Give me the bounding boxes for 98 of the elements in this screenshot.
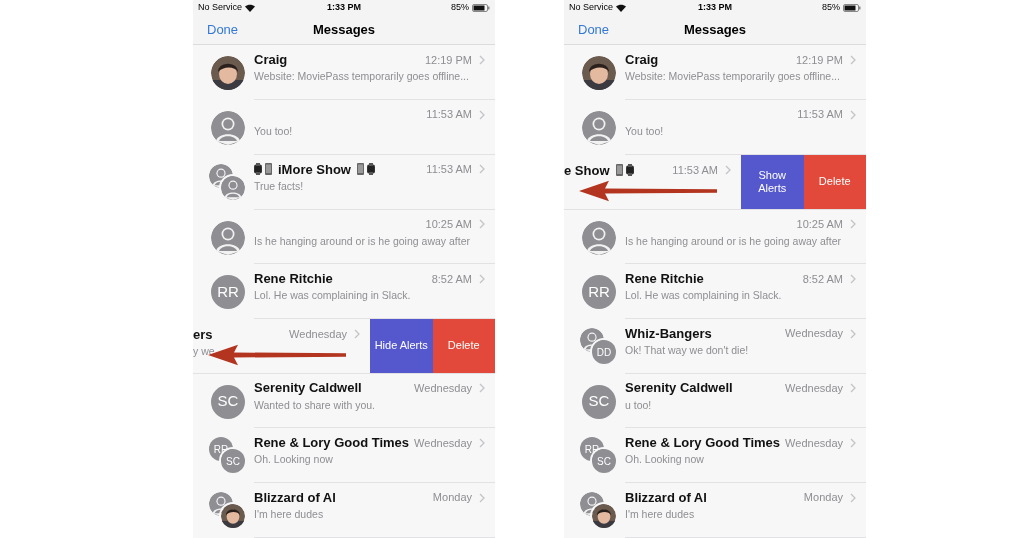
chevron-icon: [479, 164, 485, 175]
message-time: Wednesday: [785, 435, 843, 451]
contact-name: Serenity Caldwell: [625, 379, 733, 398]
contact-name: Craig: [625, 51, 659, 70]
message-time: Wednesday: [289, 327, 347, 343]
message-preview: You too!: [254, 124, 293, 140]
battery-level: 85%: [451, 1, 469, 15]
person-icon: [582, 220, 616, 255]
alerts-button[interactable]: Hide Alerts: [370, 319, 433, 373]
chevron-icon: [850, 328, 856, 339]
screen-title: Messages: [683, 21, 747, 40]
contact-name: Rene & Lory Good Times: [625, 434, 781, 453]
message-time: 12:19 PM: [795, 52, 843, 68]
message-time: 8:52 AM: [431, 271, 472, 287]
contact-name: ers: [193, 325, 213, 344]
watch-icon: [366, 163, 375, 176]
chevron-icon: [479, 54, 485, 65]
message-time: Wednesday: [414, 435, 472, 451]
carrier-label: No Service: [569, 1, 613, 15]
message-preview: I'm here dudes: [625, 507, 695, 523]
delete-button[interactable]: Delete: [803, 154, 866, 209]
carrier-label: No Service: [198, 1, 242, 15]
chevron-icon: [479, 492, 485, 503]
message-time: 12:19 PM: [424, 52, 472, 68]
message-preview: u too!: [625, 397, 652, 413]
contact-name: e Show: [564, 161, 610, 180]
message-time: Monday: [432, 490, 472, 506]
battery-icon: [843, 3, 861, 12]
chevron-icon: [354, 329, 360, 340]
message-time: 11:53 AM: [672, 163, 718, 179]
message-preview: Wanted to share with you.: [254, 397, 375, 413]
message-preview: Is he hanging around or is he going away after: [254, 233, 470, 249]
person-icon: [211, 111, 245, 146]
message-preview: True facts!: [254, 178, 304, 194]
contact-name: Rene & Lory Good Times: [254, 434, 410, 453]
contact-name: Whiz-Bangers: [625, 324, 712, 343]
message-preview: Lol. He was complaining in Slack.: [625, 288, 782, 304]
message-time: 8:52 AM: [802, 271, 843, 287]
watch-icon: [625, 164, 634, 177]
message-preview: Website: MoviePass temporarily goes offline...: [254, 69, 469, 85]
message-preview: Ok! That way we don't die!: [625, 343, 749, 358]
message-preview: Oh. Looking now: [254, 452, 333, 468]
contact-name: Serenity Caldwell: [254, 379, 362, 398]
contact-name: Rene Ritchie: [254, 270, 333, 288]
chevron-icon: [850, 383, 856, 394]
battery-icon: [472, 3, 490, 12]
swiped-conversation-row[interactable]: e Show 11:53 AM Show Alerts Delete: [564, 154, 866, 210]
clock: 1:33 PM: [698, 1, 732, 15]
initials-avatar: SC: [211, 384, 245, 419]
message-time: 10:25 AM: [796, 216, 843, 232]
initials-avatar: RR: [211, 275, 245, 310]
chevron-icon: [725, 165, 731, 176]
chevron-icon: [479, 383, 485, 394]
chevron-icon: [850, 54, 856, 65]
chevron-icon: [479, 109, 485, 120]
message-preview: I'm here dudes: [254, 507, 324, 523]
chevron-icon: [479, 219, 485, 229]
message-preview: You too!: [625, 124, 664, 140]
message-time: 11:53 AM: [797, 107, 843, 123]
person-icon: [582, 111, 616, 146]
chevron-icon: [850, 219, 856, 230]
phone-icon: [265, 163, 272, 176]
initials-avatar: DD: [592, 340, 616, 364]
message-time: Wednesday: [785, 326, 843, 342]
chevron-icon: [850, 492, 856, 503]
person-icon: [221, 175, 245, 200]
contact-name: Rene Ritchie: [625, 270, 704, 288]
person-icon: [211, 220, 245, 255]
message-preview: Website: MoviePass temporarily goes offline...: [625, 69, 840, 85]
chevron-icon: [479, 273, 485, 284]
message-time: 11:53 AM: [426, 107, 472, 123]
wifi-icon: [616, 3, 626, 12]
chevron-icon: [479, 437, 485, 448]
initials-avatar: SC: [582, 384, 616, 419]
message-preview: Lol. He was complaining in Slack.: [254, 288, 411, 304]
wifi-icon: [245, 3, 255, 12]
initials-avatar: RR: [582, 275, 616, 310]
chevron-icon: [850, 109, 856, 120]
chevron-icon: [850, 273, 856, 284]
contact-name: Blizzard of Al: [254, 488, 336, 507]
message-time: Wednesday: [785, 381, 843, 396]
clock: 1:33 PM: [327, 1, 361, 15]
message-preview: Is he hanging around or is he going away after: [625, 233, 841, 249]
chevron-icon: [850, 437, 856, 448]
message-time: Wednesday: [414, 381, 472, 396]
contact-name: Craig: [254, 51, 288, 70]
message-time: Monday: [803, 490, 843, 506]
delete-button[interactable]: Delete: [432, 319, 495, 373]
message-time: 11:53 AM: [426, 162, 472, 178]
battery-level: 85%: [822, 1, 840, 15]
message-time: 10:25 AM: [425, 216, 472, 232]
done-button[interactable]: Done: [207, 20, 239, 40]
done-button[interactable]: Done: [578, 20, 610, 40]
message-preview: Oh. Looking now: [625, 452, 704, 468]
screen-title: Messages: [312, 21, 376, 40]
alerts-button[interactable]: Show Alerts: [741, 154, 804, 209]
contact-name: Blizzard of Al: [625, 488, 707, 507]
contact-name: iMore Show: [278, 160, 351, 179]
